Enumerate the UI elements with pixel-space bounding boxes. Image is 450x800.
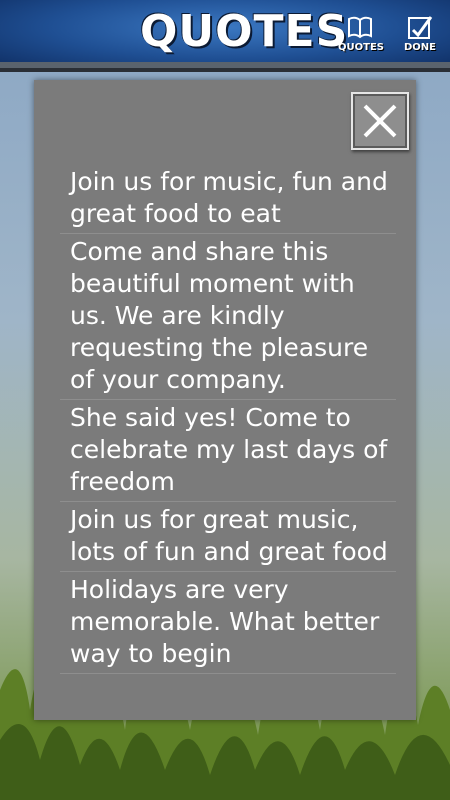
done-button-label: DONE (403, 42, 436, 53)
quotes-dialog: Join us for music, fun and great food to… (34, 80, 416, 720)
quote-item[interactable]: Holidays are very memorable. What better… (60, 572, 396, 674)
book-icon (348, 16, 372, 39)
quotes-button-label: QUOTES (338, 42, 384, 53)
quote-item[interactable]: Come and share this beautiful moment wit… (60, 234, 396, 400)
close-button[interactable] (351, 92, 409, 150)
page-title: QUOTES (140, 6, 349, 57)
app-header: QUOTES QUOTES DONE (0, 0, 450, 72)
quote-item[interactable]: Join us for great music, lots of fun and… (60, 502, 396, 572)
quotes-list[interactable]: Join us for music, fun and great food to… (60, 166, 396, 700)
done-button[interactable]: DONE (398, 10, 442, 60)
close-icon (363, 104, 397, 138)
checkbox-check-icon (408, 16, 433, 39)
quote-item[interactable]: Join us for music, fun and great food to… (60, 166, 396, 234)
quotes-button[interactable]: QUOTES (338, 10, 384, 60)
quote-item[interactable]: She said yes! Come to celebrate my last … (60, 400, 396, 502)
